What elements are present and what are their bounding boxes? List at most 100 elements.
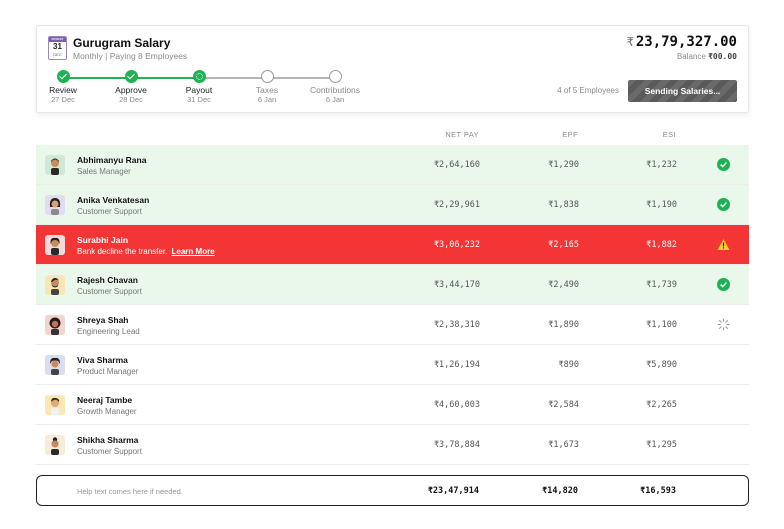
avatar — [45, 155, 65, 175]
step-review[interactable]: Review 27 Dec — [33, 70, 93, 104]
esi: ₹1,190 — [646, 200, 677, 210]
currency-symbol: ₹ — [626, 35, 634, 49]
employee-name: Viva Sharma — [77, 355, 128, 365]
check-icon — [56, 70, 70, 83]
epf: ₹1,290 — [548, 160, 579, 170]
net-pay: ₹2,38,310 — [433, 320, 480, 330]
payroll-total: ₹23,79,327.00 — [627, 34, 737, 50]
esi: ₹1,739 — [646, 280, 677, 290]
esi: ₹5,890 — [646, 360, 677, 370]
employee-name: Surabhi Jain — [77, 235, 129, 245]
calendar-icon: PAYDAY 31 DEC — [48, 36, 67, 60]
epf: ₹1,890 — [548, 320, 579, 330]
step-label: Approve — [115, 85, 147, 95]
employee-error-message: Bank decline the transfer. Learn More — [77, 247, 215, 256]
help-text: Help text comes here if needed. — [77, 487, 183, 496]
calendar-day: 31 — [53, 42, 62, 51]
esi: ₹1,882 — [646, 240, 677, 250]
employee-name: Abhimanyu Rana — [77, 155, 147, 165]
avatar — [45, 355, 65, 375]
step-date: 6 Jan — [257, 95, 277, 104]
step-payout[interactable]: Payout 31 Dec — [169, 70, 229, 104]
employee-name: Anika Venkatesan — [77, 195, 150, 205]
balance-value: ₹00.00 — [708, 52, 737, 61]
step-approve[interactable]: Approve 28 Dec — [101, 70, 161, 104]
loading-spinner-icon — [717, 318, 730, 331]
payroll-stepper: Review 27 Dec Approve 28 Dec Payout 31 D… — [37, 70, 377, 110]
net-pay: ₹3,06,232 — [433, 240, 480, 250]
avatar — [45, 195, 65, 215]
epf: ₹2,490 — [548, 280, 579, 290]
total-epf: ₹14,820 — [542, 486, 578, 496]
balance: Balance ₹00.00 — [677, 52, 737, 61]
empty-circle-icon — [260, 70, 274, 83]
table-row[interactable]: Anika Venkatesan Customer Support ₹2,29,… — [36, 185, 749, 225]
esi: ₹1,295 — [646, 440, 677, 450]
net-pay: ₹3,78,884 — [433, 440, 480, 450]
net-pay: ₹1,26,194 — [433, 360, 480, 370]
step-date: 31 Dec — [187, 95, 211, 104]
net-pay: ₹2,29,961 — [433, 200, 480, 210]
avatar — [45, 275, 65, 295]
payroll-total-amount: 23,79,327.00 — [635, 34, 737, 50]
column-esi: ESI — [662, 130, 676, 139]
esi: ₹2,265 — [646, 400, 677, 410]
balance-label: Balance — [676, 52, 706, 61]
net-pay: ₹4,60,003 — [433, 400, 480, 410]
employee-role: Product Manager — [77, 367, 139, 376]
column-net-pay: NET PAY — [445, 130, 479, 139]
payroll-summary-card: PAYDAY 31 DEC Gurugram Salary Monthly | … — [36, 25, 749, 113]
employees-progress: 4 of 5 Employees — [557, 86, 619, 95]
step-label: Taxes — [255, 85, 279, 95]
avatar — [45, 395, 65, 415]
payroll-title: Gurugram Salary — [73, 36, 171, 50]
epf: ₹1,673 — [548, 440, 579, 450]
step-contributions[interactable]: Contributions 6 Jan — [305, 70, 365, 104]
success-check-icon — [717, 198, 730, 211]
in-progress-icon — [192, 70, 206, 83]
warning-icon — [717, 239, 730, 250]
employee-role: Sales Manager — [77, 167, 131, 176]
esi: ₹1,232 — [646, 160, 677, 170]
epf: ₹1,838 — [548, 200, 579, 210]
total-net-pay: ₹23,47,914 — [427, 486, 479, 496]
step-label: Contributions — [309, 85, 361, 95]
learn-more-link[interactable]: Learn More — [172, 247, 215, 256]
table-row-error[interactable]: Surabhi Jain Bank decline the transfer. … — [36, 225, 749, 265]
net-pay: ₹2,64,160 — [433, 160, 480, 170]
table-row[interactable]: Neeraj Tambe Growth Manager ₹4,60,003 ₹2… — [36, 385, 749, 425]
avatar — [45, 435, 65, 455]
step-taxes[interactable]: Taxes 6 Jan — [237, 70, 297, 104]
empty-circle-icon — [328, 70, 342, 83]
employee-role: Customer Support — [77, 447, 142, 456]
avatar — [45, 315, 65, 335]
check-icon — [124, 70, 138, 83]
epf: ₹2,584 — [548, 400, 579, 410]
table-row[interactable]: Abhimanyu Rana Sales Manager ₹2,64,160 ₹… — [36, 145, 749, 185]
step-date: 27 Dec — [51, 95, 75, 104]
payroll-subtitle: Monthly | Paying 8 Employees — [73, 51, 188, 61]
avatar — [45, 235, 65, 255]
epf: ₹2,165 — [548, 240, 579, 250]
employee-role: Customer Support — [77, 287, 142, 296]
employee-name: Shreya Shah — [77, 315, 129, 325]
employee-name: Rajesh Chavan — [77, 275, 138, 285]
employee-role: Customer Support — [77, 207, 142, 216]
totals-footer: Help text comes here if needed. ₹23,47,9… — [36, 475, 749, 506]
employee-role: Engineering Lead — [77, 327, 140, 336]
employee-name: Neeraj Tambe — [77, 395, 133, 405]
column-epf: EPF — [562, 130, 578, 139]
table-row[interactable]: Rajesh Chavan Customer Support ₹3,44,170… — [36, 265, 749, 305]
step-label: Review — [49, 85, 77, 95]
table-row[interactable]: Shikha Sharma Customer Support ₹3,78,884… — [36, 425, 749, 465]
employee-role: Growth Manager — [77, 407, 137, 416]
total-esi: ₹16,593 — [640, 486, 676, 496]
success-check-icon — [717, 158, 730, 171]
table-row[interactable]: Shreya Shah Engineering Lead ₹2,38,310 ₹… — [36, 305, 749, 345]
sending-salaries-button[interactable]: Sending Salaries... — [628, 80, 737, 102]
employee-name: Shikha Sharma — [77, 435, 139, 445]
net-pay: ₹3,44,170 — [433, 280, 480, 290]
step-date: 28 Dec — [119, 95, 143, 104]
epf: ₹890 — [558, 360, 579, 370]
table-row[interactable]: Viva Sharma Product Manager ₹1,26,194 ₹8… — [36, 345, 749, 385]
